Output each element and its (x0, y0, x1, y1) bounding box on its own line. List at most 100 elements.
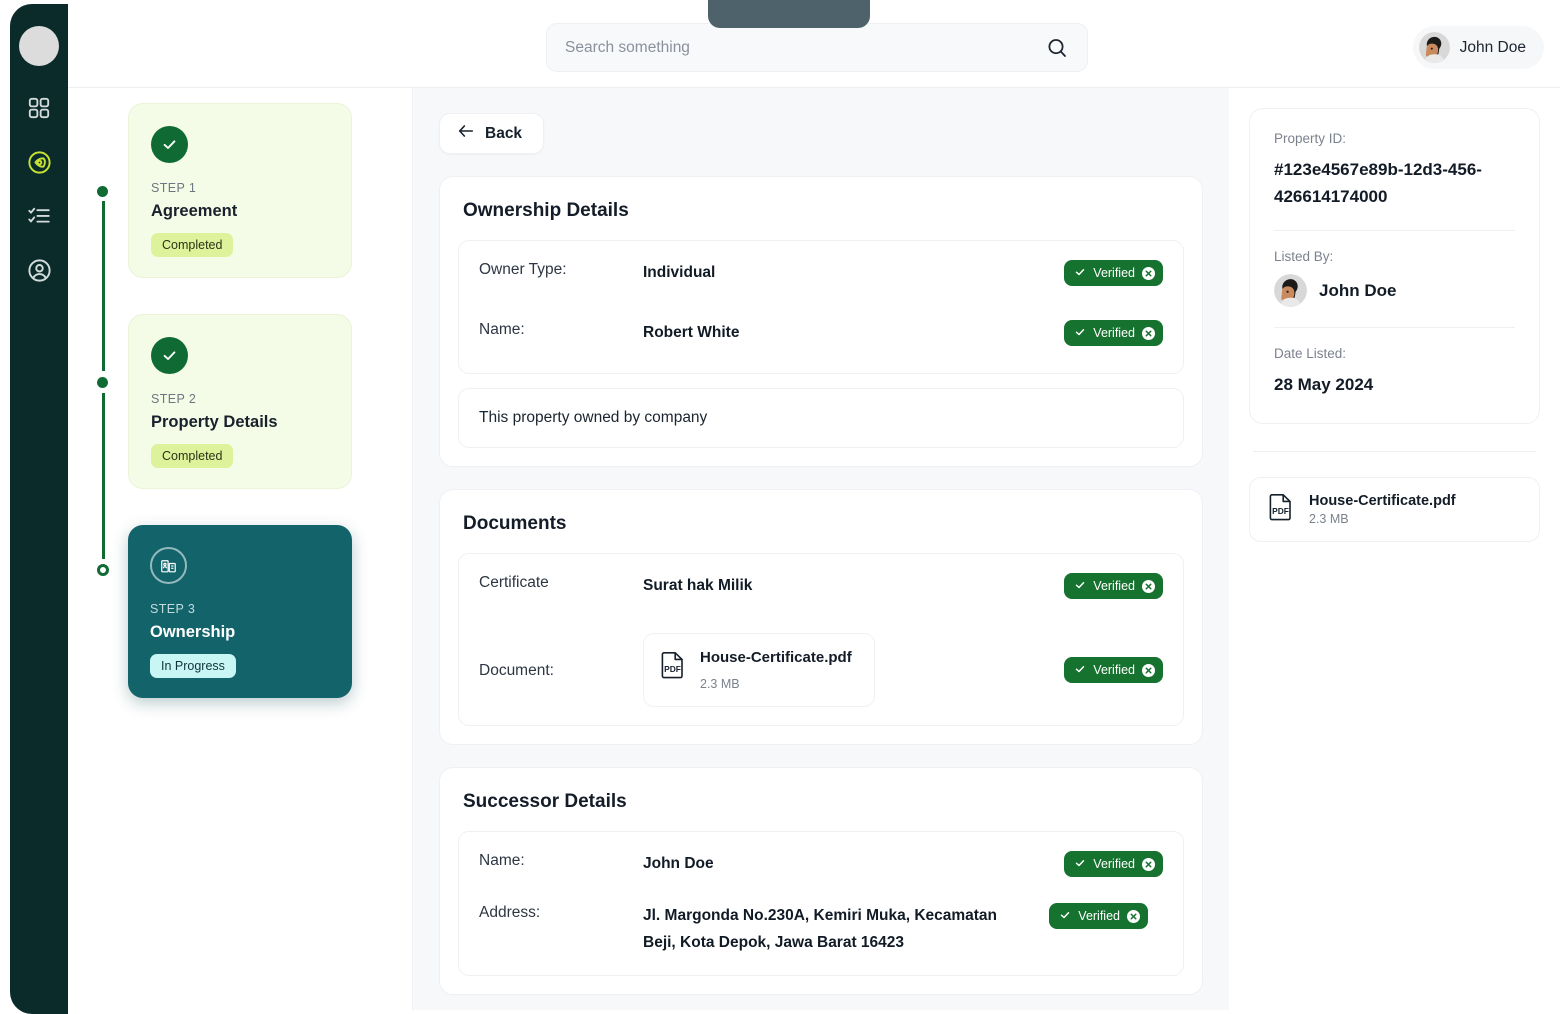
row-badge-cell: Verified (1038, 850, 1163, 878)
building-ownership-icon (150, 547, 187, 584)
row-badge-cell: Verified (1038, 572, 1163, 599)
search-input[interactable] (565, 38, 1045, 57)
row-label: Document: (479, 661, 554, 679)
check-icon (151, 126, 188, 163)
row-badge-cell: Verified (1038, 319, 1163, 346)
grid-icon (26, 95, 52, 121)
step-title: Property Details (151, 413, 278, 431)
sidebar-item-dashboard[interactable] (25, 94, 53, 122)
sidebar-avatar[interactable] (19, 26, 59, 66)
step-card-1[interactable]: STEP 1 Agreement Completed (128, 103, 352, 278)
search-bar[interactable] (546, 23, 1088, 72)
sidebar-item-explore[interactable] (25, 148, 53, 176)
verified-badge[interactable]: Verified (1064, 851, 1163, 878)
step-card-3[interactable]: STEP 3 Ownership In Progress (128, 525, 352, 698)
row-label: Name: (479, 321, 525, 338)
right-panel: Property ID: #123e4567e89b-12d3-456-4266… (1229, 88, 1560, 1010)
check-icon (151, 337, 188, 374)
check-icon (1074, 579, 1086, 594)
row-badge-cell: Verified (1038, 656, 1163, 684)
status-badge: Completed (151, 444, 234, 468)
avatar (1274, 274, 1307, 308)
table-row: Address: Jl. Margonda No.230A, Kemiri Mu… (479, 890, 1163, 968)
document-file-chip[interactable]: PDF House-Certificate.pdf 2.3 MB (643, 633, 875, 708)
sidebar-item-profile[interactable] (25, 256, 53, 284)
table-row: Document: PDF House-Certificate.pdf 2.3 … (479, 620, 1163, 719)
ownership-note: This property owned by company (458, 388, 1184, 448)
property-summary-card: Property ID: #123e4567e89b-12d3-456-4266… (1249, 108, 1540, 424)
badge-label: Verified (1093, 579, 1135, 593)
step-card-2[interactable]: STEP 2 Property Details Completed (128, 314, 352, 489)
successor-details-card: Successor Details Name: John Doe Verifie… (439, 767, 1203, 995)
property-id-value: #123e4567e89b-12d3-456-426614174000 (1274, 160, 1482, 207)
date-listed-value: 28 May 2024 (1274, 375, 1374, 395)
pdf-icon: PDF (658, 649, 688, 691)
file-size: 2.3 MB (1309, 511, 1349, 526)
ownership-details-card: Ownership Details Owner Type: Individual… (439, 176, 1203, 467)
row-value: John Doe (643, 855, 714, 873)
row-value: Jl. Margonda No.230A, Kemiri Muka, Kecam… (643, 907, 998, 951)
section-title-ownership: Ownership Details (463, 200, 629, 221)
row-value: Individual (643, 264, 716, 281)
stepper-track (96, 186, 109, 578)
ownership-rows: Owner Type: Individual Verified Name: Ro… (458, 240, 1184, 374)
attached-file-card[interactable]: PDF House-Certificate.pdf 2.3 MB (1249, 476, 1540, 542)
verified-badge[interactable]: Verified (1064, 573, 1163, 599)
divider (1274, 327, 1515, 329)
stepper-dot-1 (97, 186, 108, 197)
section-title-successor: Successor Details (463, 791, 627, 813)
table-row: Name: John Doe Verified (479, 838, 1163, 890)
user-name: John Doe (1459, 38, 1526, 56)
remove-icon[interactable] (1127, 909, 1140, 923)
remove-icon[interactable] (1142, 326, 1155, 340)
row-label: Owner Type: (479, 261, 567, 278)
remove-icon[interactable] (1142, 857, 1155, 871)
stepper-dot-3 (96, 564, 109, 576)
documents-card: Documents Certificate Surat hak Milik Ve… (439, 489, 1203, 746)
listed-by-name: John Doe (1319, 280, 1397, 300)
row-badge-cell: Verified (1023, 902, 1148, 930)
check-icon (1074, 857, 1086, 872)
verified-badge[interactable]: Verified (1064, 260, 1163, 286)
check-icon (1074, 266, 1086, 281)
compass-icon (26, 149, 53, 176)
divider (1274, 230, 1515, 232)
stepper-line-1 (101, 201, 105, 371)
badge-label: Verified (1093, 663, 1135, 678)
section-title-documents: Documents (463, 513, 567, 534)
row-value: Surat hak Milik (643, 577, 753, 594)
date-listed-label: Date Listed: (1274, 346, 1347, 362)
pdf-icon: PDF (1266, 491, 1296, 528)
verified-badge[interactable]: Verified (1064, 320, 1163, 346)
badge-label: Verified (1093, 857, 1135, 872)
successor-rows: Name: John Doe Verified Address: Jl. Mar… (458, 831, 1184, 976)
app-window: John Doe STEP 1 Agreement Completed (0, 0, 1564, 1014)
stepper-cards: STEP 1 Agreement Completed STEP 2 Proper… (128, 103, 354, 734)
remove-icon[interactable] (1142, 663, 1155, 677)
sidebar-rail (10, 4, 68, 1014)
row-badge-cell: Verified (1038, 259, 1163, 286)
verified-badge[interactable]: Verified (1049, 903, 1148, 930)
remove-icon[interactable] (1142, 266, 1155, 280)
panel-divider (1253, 450, 1536, 452)
stepper-dot-2 (97, 377, 108, 388)
arrow-left-icon (456, 121, 476, 146)
search-icon[interactable] (1045, 36, 1069, 60)
documents-rows: Certificate Surat hak Milik Verified Doc… (458, 553, 1184, 727)
property-id-label: Property ID: (1274, 131, 1347, 146)
verified-badge[interactable]: Verified (1064, 657, 1163, 684)
user-menu[interactable]: John Doe (1412, 26, 1544, 69)
back-label: Back (485, 124, 523, 142)
svg-text:PDF: PDF (1272, 506, 1289, 516)
row-label: Address: (479, 904, 541, 922)
sidebar-item-tasks[interactable] (25, 202, 53, 230)
table-row: Owner Type: Individual Verified (479, 247, 1163, 307)
row-label: Certificate (479, 574, 549, 591)
back-button[interactable]: Back (439, 113, 544, 154)
badge-label: Verified (1093, 326, 1135, 340)
row-value: Robert White (643, 324, 740, 341)
table-row: Name: Robert White Verified (479, 307, 1163, 367)
remove-icon[interactable] (1142, 579, 1155, 593)
sidebar-nav (25, 94, 53, 284)
status-badge: In Progress (150, 654, 236, 678)
